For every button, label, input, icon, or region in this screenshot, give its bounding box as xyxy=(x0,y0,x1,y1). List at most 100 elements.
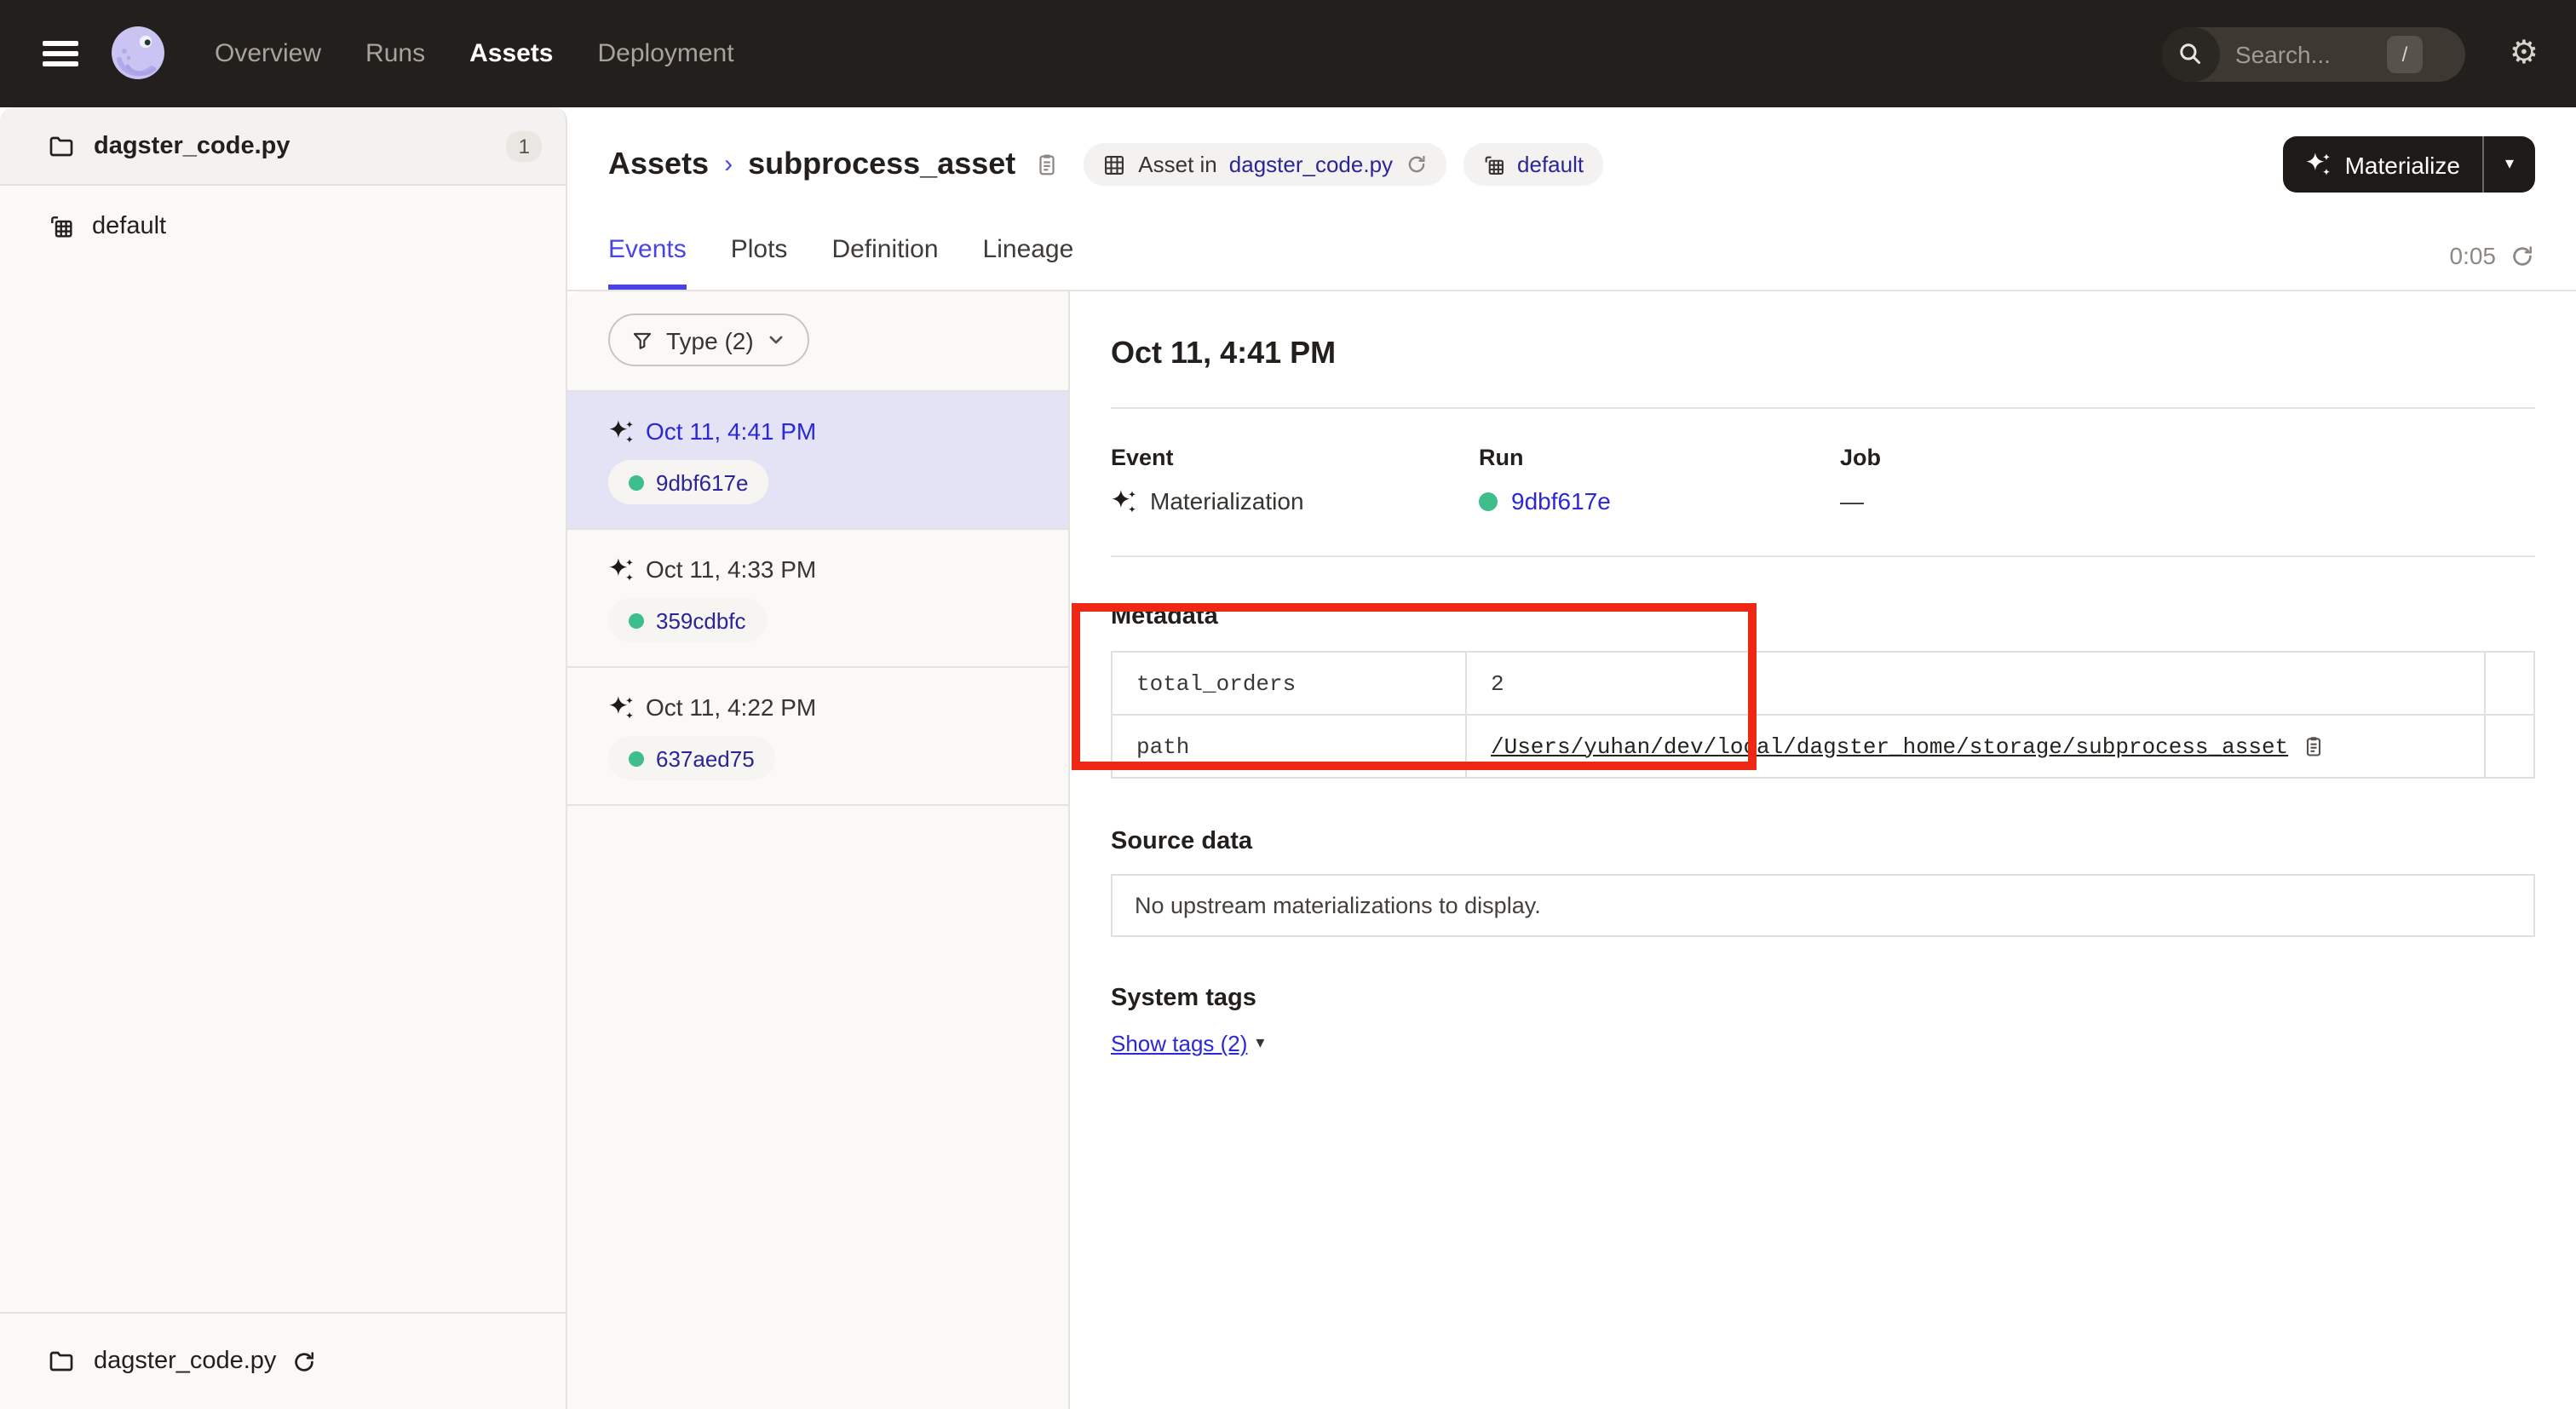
dagster-logo[interactable] xyxy=(106,21,170,86)
copy-path-icon[interactable] xyxy=(2302,733,2326,757)
event-filter-bar: Type (2) xyxy=(567,291,1068,392)
nav-item-runs[interactable]: Runs xyxy=(365,39,425,68)
metadata-row: path /Users/yuhan/dev/local/dagster_home… xyxy=(1112,715,2534,778)
event-detail-panel: Oct 11, 4:41 PM Event Materialization xyxy=(1070,291,2576,1409)
run-column: Run 9dbf617e xyxy=(1479,445,1840,515)
table-icon xyxy=(1102,152,1126,176)
materialization-sparkle-icon xyxy=(608,694,634,720)
sidebar-bottom-code-location[interactable]: dagster_code.py xyxy=(0,1312,566,1409)
metadata-path-link[interactable]: /Users/yuhan/dev/local/dagster_home/stor… xyxy=(1491,733,2288,759)
materialization-sparkle-icon xyxy=(2306,152,2332,177)
bottom-code-location-label: dagster_code.py xyxy=(94,1348,276,1375)
asset-header-tags: Asset in dagster_code.py default xyxy=(1084,143,1602,186)
group-pill: default xyxy=(1463,143,1602,186)
metadata-row: total_orders 2 xyxy=(1112,652,2534,715)
materialize-label: Materialize xyxy=(2345,151,2460,178)
show-tags-label: Show tags (2) xyxy=(1111,1031,1247,1056)
copy-asset-name-icon[interactable] xyxy=(1034,152,1060,177)
tab-lineage[interactable]: Lineage xyxy=(983,235,1074,290)
metadata-value: /Users/yuhan/dev/local/dagster_home/stor… xyxy=(1466,715,2485,778)
materialize-button-group: Materialize ▾ xyxy=(2284,136,2535,193)
reload-code-location-icon[interactable] xyxy=(291,1349,317,1374)
asset-count-badge: 1 xyxy=(507,130,542,161)
job-value: — xyxy=(1840,487,1864,515)
metadata-value: 2 xyxy=(1466,652,2485,715)
materialization-sparkle-icon xyxy=(608,418,634,444)
metadata-key: path xyxy=(1112,715,1466,778)
materialize-button[interactable]: Materialize xyxy=(2284,136,2482,193)
run-id-link[interactable]: 637aed75 xyxy=(656,745,755,771)
breadcrumb-chevron-icon: › xyxy=(724,150,733,179)
nav-item-deployment[interactable]: Deployment xyxy=(598,39,734,68)
run-success-dot xyxy=(629,474,644,490)
funnel-icon xyxy=(632,330,653,350)
asset-name: subprocess_asset xyxy=(748,147,1015,182)
reload-definitions-icon[interactable] xyxy=(1405,153,1427,175)
run-id-link[interactable]: 359cdbfc xyxy=(656,607,746,633)
job-column: Job — xyxy=(1840,445,2535,515)
event-detail-title: Oct 11, 4:41 PM xyxy=(1111,336,2535,371)
tab-definition[interactable]: Definition xyxy=(831,235,938,290)
asset-in-prefix: Asset in xyxy=(1138,152,1217,177)
asset-view: Assets › subprocess_asset Asset in dagst… xyxy=(567,107,2576,1409)
tab-plots[interactable]: Plots xyxy=(731,235,788,290)
breadcrumb: Assets › subprocess_asset xyxy=(608,147,1060,182)
folder-icon xyxy=(48,132,75,159)
run-id-pill: 359cdbfc xyxy=(608,598,767,642)
events-content: Type (2) Oct 11, 4:41 PM xyxy=(567,291,2576,1409)
event-type-value: Materialization xyxy=(1150,487,1304,515)
nav-item-overview[interactable]: Overview xyxy=(215,39,321,68)
materialization-sparkle-icon xyxy=(608,556,634,582)
metadata-actions-cell xyxy=(2485,715,2534,778)
system-tags-section: System tags Show tags (2) ▾ xyxy=(1111,985,2535,1056)
run-success-dot xyxy=(1479,492,1498,510)
group-link[interactable]: default xyxy=(1517,152,1584,177)
source-data-section: Source data No upstream materializations… xyxy=(1111,828,2535,937)
type-filter-label: Type (2) xyxy=(666,326,754,354)
nav-item-assets[interactable]: Assets xyxy=(469,39,553,68)
run-id-link[interactable]: 9dbf617e xyxy=(1511,487,1611,515)
search-shortcut-badge: / xyxy=(2387,35,2423,72)
code-location-label: dagster_code.py xyxy=(94,132,507,159)
nav-items: Overview Runs Assets Deployment xyxy=(215,39,734,68)
screenshot-viewport: Overview Runs Assets Deployment / ⚙ dags… xyxy=(0,0,2576,1409)
no-upstream-message: No upstream materializations to display. xyxy=(1111,874,2535,937)
event-timestamp: Oct 11, 4:41 PM xyxy=(646,417,816,445)
top-navigation-bar: Overview Runs Assets Deployment / ⚙ xyxy=(0,0,2576,107)
asset-tabs: Events Plots Definition Lineage xyxy=(608,235,1073,290)
hamburger-menu-icon[interactable] xyxy=(43,41,78,66)
search-input[interactable] xyxy=(2220,40,2383,67)
global-search[interactable]: / xyxy=(2162,26,2465,81)
sidebar-item-group-default[interactable]: default xyxy=(0,186,566,266)
run-success-dot xyxy=(629,612,644,628)
tab-events[interactable]: Events xyxy=(608,235,687,290)
metadata-section: Metadata total_orders 2 path /Users/yuha… xyxy=(1111,603,2535,779)
refresh-timer: 0:05 xyxy=(2450,242,2536,290)
event-column-label: Event xyxy=(1111,445,1479,470)
type-filter-button[interactable]: Type (2) xyxy=(608,313,810,366)
event-list-item[interactable]: Oct 11, 4:33 PM 359cdbfc xyxy=(567,530,1068,668)
event-list-panel: Type (2) Oct 11, 4:41 PM xyxy=(567,291,1070,1409)
source-data-heading: Source data xyxy=(1111,828,2535,855)
caret-down-icon: ▾ xyxy=(1256,1034,1264,1053)
run-id-link[interactable]: 9dbf617e xyxy=(656,469,748,495)
materialize-dropdown-caret[interactable]: ▾ xyxy=(2484,136,2535,193)
run-column-label: Run xyxy=(1479,445,1840,470)
run-id-pill: 637aed75 xyxy=(608,736,775,780)
refresh-icon[interactable] xyxy=(2510,243,2535,268)
settings-gear-icon[interactable]: ⚙ xyxy=(2510,37,2539,70)
event-list-item[interactable]: Oct 11, 4:41 PM 9dbf617e xyxy=(567,392,1068,530)
refresh-countdown: 0:05 xyxy=(2450,242,2497,269)
sidebar-item-code-location[interactable]: dagster_code.py 1 xyxy=(0,107,566,186)
code-location-link[interactable]: dagster_code.py xyxy=(1229,152,1393,177)
metadata-heading: Metadata xyxy=(1111,603,2535,630)
metadata-key: total_orders xyxy=(1112,652,1466,715)
breadcrumb-assets-link[interactable]: Assets xyxy=(608,147,709,182)
chevron-down-icon xyxy=(768,331,786,349)
run-success-dot xyxy=(629,751,644,766)
show-tags-toggle[interactable]: Show tags (2) ▾ xyxy=(1111,1031,1264,1056)
search-icon xyxy=(2162,26,2220,81)
asset-header: Assets › subprocess_asset Asset in dagst… xyxy=(567,107,2576,216)
main-layout: dagster_code.py 1 default xyxy=(0,107,2576,1409)
event-list-item[interactable]: Oct 11, 4:22 PM 637aed75 xyxy=(567,668,1068,806)
